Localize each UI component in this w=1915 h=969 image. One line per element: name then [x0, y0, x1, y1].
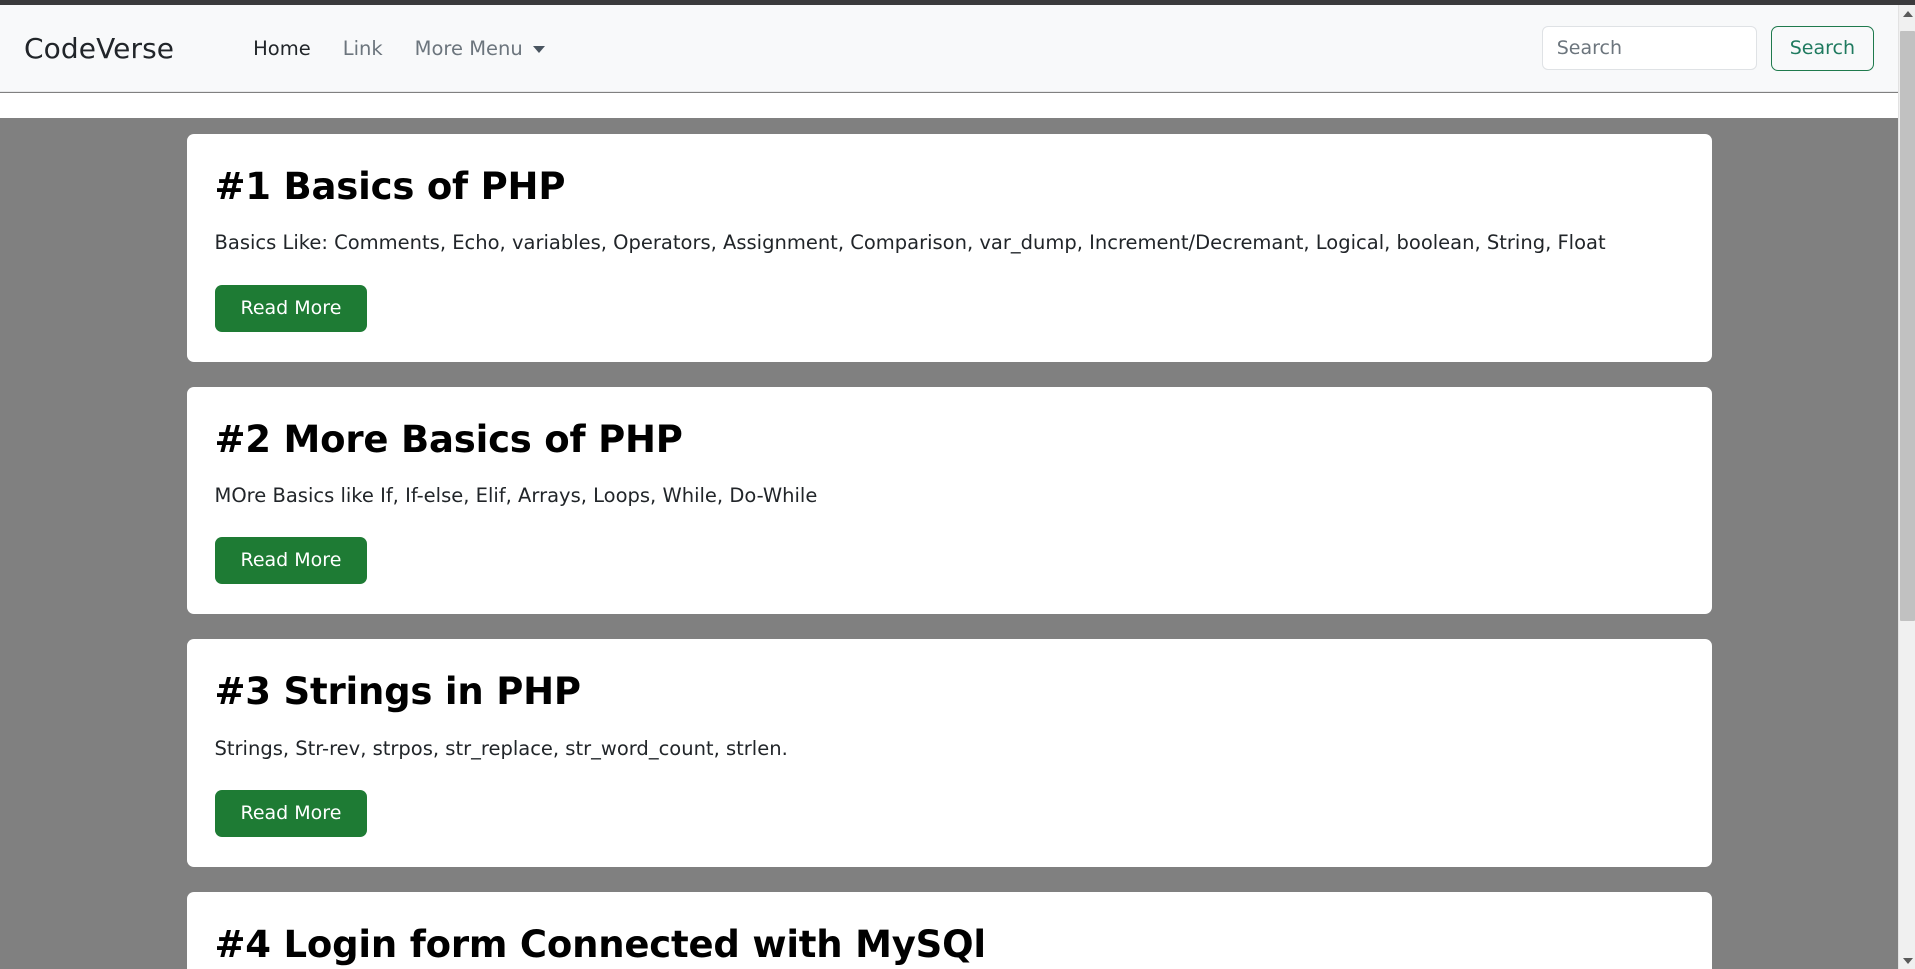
card-item: #3 Strings in PHP Strings, Str-rev, strp… — [186, 639, 1712, 868]
navbar: CodeVerse Home Link More Menu Search — [0, 5, 1898, 92]
triangle-down-icon — [1902, 957, 1913, 964]
nav-link-home-label: Home — [253, 36, 311, 60]
nav-link-more-menu[interactable]: More Menu — [399, 37, 561, 60]
nav-link-home[interactable]: Home — [237, 37, 327, 60]
card-list: #1 Basics of PHP Basics Like: Comments, … — [0, 118, 1898, 969]
main-content: #1 Basics of PHP Basics Like: Comments, … — [0, 118, 1898, 969]
scroll-up-arrow-icon[interactable] — [1899, 5, 1915, 22]
card-item: #2 More Basics of PHP MOre Basics like I… — [186, 386, 1712, 615]
card-title: #1 Basics of PHP — [214, 165, 566, 208]
read-more-button[interactable]: Read More — [214, 537, 368, 585]
card-description: MOre Basics like If, If-else, Elif, Arra… — [214, 484, 818, 508]
read-more-button[interactable]: Read More — [214, 284, 368, 332]
navbar-search-form: Search — [1541, 25, 1874, 71]
search-button[interactable]: Search — [1770, 25, 1874, 71]
read-more-button[interactable]: Read More — [214, 790, 368, 838]
card-title: #3 Strings in PHP — [214, 670, 582, 714]
nav-link-link-label: Link — [342, 36, 383, 60]
scroll-down-arrow-icon[interactable] — [1899, 952, 1915, 969]
triangle-up-icon — [1902, 10, 1913, 17]
page-scrollbar[interactable] — [1898, 5, 1915, 969]
card-item: #4 Login form Connected with MySQl Read … — [186, 892, 1712, 969]
nav-link-more-menu-label: More Menu — [414, 36, 523, 60]
card-title: #2 More Basics of PHP — [214, 417, 683, 461]
chevron-down-icon — [532, 46, 545, 53]
nav-link-link[interactable]: Link — [327, 37, 399, 60]
subnav-white-gap — [0, 93, 1898, 118]
card-description: Basics Like: Comments, Echo, variables, … — [214, 231, 1606, 255]
brand-logo[interactable]: CodeVerse — [24, 32, 174, 65]
search-input[interactable] — [1541, 26, 1757, 70]
scrollbar-thumb[interactable] — [1900, 31, 1915, 621]
card-description: Strings, Str-rev, strpos, str_replace, s… — [214, 736, 788, 760]
nav-links: Home Link More Menu — [237, 37, 561, 60]
card-item: #1 Basics of PHP Basics Like: Comments, … — [186, 134, 1712, 362]
card-title: #4 Login form Connected with MySQl — [214, 923, 987, 967]
